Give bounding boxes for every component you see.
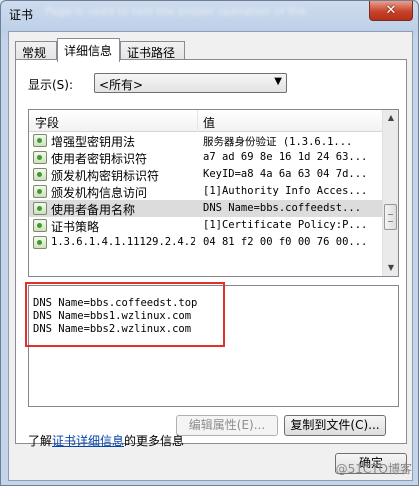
more-info-suffix: 的更多信息: [124, 434, 185, 448]
close-icon: ✕: [385, 3, 397, 18]
certificate-field-icon: [33, 185, 47, 198]
more-info-text: 了解证书详细信息的更多信息: [28, 432, 184, 449]
list-item[interactable]: 颁发机构信息访问 [1]Authority Info Acces...: [29, 183, 384, 200]
column-header-value[interactable]: 值: [203, 114, 215, 131]
scroll-thumb[interactable]: [384, 204, 397, 230]
certificate-field-icon: [33, 168, 47, 181]
list-item[interactable]: 使用者密钥标识符 a7 ad 69 8e 16 1d 24 63...: [29, 149, 384, 166]
window-title: 证书: [9, 8, 34, 22]
certificate-field-icon: [33, 151, 47, 164]
edit-properties-button[interactable]: 编辑属性(E)...: [176, 415, 278, 436]
list-item[interactable]: 证书策略 [1]Certificate Policy:P...: [29, 217, 384, 234]
field-name: 增强型密钥用法: [51, 135, 136, 149]
red-annotation-box: [25, 282, 225, 347]
field-name: 证书策略: [51, 220, 100, 234]
blurred-title-text: Page is used to test the proper operatio…: [45, 5, 307, 18]
field-list[interactable]: 字段 值 增强型密钥用法 服务器身份验证 (1.3.6.1... 使用者密钥标识…: [28, 109, 399, 277]
certificate-window: 证书 Page is used to test the proper opera…: [0, 0, 419, 486]
more-info-prefix: 了解: [28, 434, 53, 448]
certificate-details-link[interactable]: 证书详细信息: [52, 434, 124, 448]
list-item[interactable]: 1.3.6.1.4.1.11129.2.4.2 04 81 f2 00 f0 0…: [29, 234, 384, 251]
tab-details[interactable]: 详细信息: [57, 38, 120, 62]
watermark-text: @51CTO博客: [335, 462, 412, 476]
column-header-field[interactable]: 字段: [35, 114, 59, 131]
show-dropdown[interactable]: <所有> ▼: [94, 73, 287, 93]
field-value: [1]Authority Info Acces...: [203, 185, 368, 197]
field-name: 1.3.6.1.4.1.11129.2.4.2: [51, 236, 195, 248]
tab-general[interactable]: 常规: [15, 41, 57, 61]
certificate-field-icon: [33, 134, 47, 147]
field-list-header: 字段 值: [29, 110, 384, 132]
certificate-field-icon: [33, 219, 47, 232]
field-name: 颁发机构密钥标识符: [51, 169, 160, 183]
list-item[interactable]: 增强型密钥用法 服务器身份验证 (1.3.6.1...: [29, 132, 384, 149]
close-button[interactable]: ✕: [369, 1, 413, 21]
field-name: 使用者备用名称: [51, 203, 136, 217]
show-dropdown-value: <所有>: [99, 78, 144, 92]
vertical-scrollbar[interactable]: ▲ ▼: [382, 110, 398, 276]
field-value: KeyID=a8 4a 6a 63 04 7d...: [203, 168, 368, 180]
copy-to-file-button[interactable]: 复制到文件(C)...: [284, 415, 386, 436]
field-name: 使用者密钥标识符: [51, 152, 148, 166]
list-item-selected[interactable]: 使用者备用名称 DNS Name=bbs.coffeedst...: [29, 200, 384, 217]
scroll-up-icon[interactable]: ▲: [383, 110, 398, 126]
dialog-body: 常规 详细信息 证书路径 显示(S): <所有> ▼ 字段 值 增强型密钥用法: [8, 31, 413, 481]
list-item[interactable]: 颁发机构密钥标识符 KeyID=a8 4a 6a 63 04 7d...: [29, 166, 384, 183]
field-name: 颁发机构信息访问: [51, 186, 148, 200]
show-label: 显示(S):: [28, 78, 74, 92]
details-panel: 显示(S): <所有> ▼ 字段 值 增强型密钥用法 服务器身份验证 (1.3.…: [15, 59, 407, 448]
field-value: a7 ad 69 8e 16 1d 24 63...: [203, 151, 368, 163]
field-value: 04 81 f2 00 f0 00 76 00...: [203, 236, 368, 248]
title-bar[interactable]: 证书 Page is used to test the proper opera…: [1, 1, 418, 29]
chevron-down-icon: ▼: [274, 76, 282, 87]
tab-certification-path[interactable]: 证书路径: [120, 41, 185, 61]
certificate-field-icon: [33, 236, 47, 249]
field-value: [1]Certificate Policy:P...: [203, 219, 368, 231]
certificate-field-icon: [33, 202, 47, 215]
field-value: 服务器身份验证 (1.3.6.1...: [203, 136, 353, 148]
field-list-rows: 增强型密钥用法 服务器身份验证 (1.3.6.1... 使用者密钥标识符 a7 …: [29, 132, 384, 251]
scroll-down-icon[interactable]: ▼: [383, 260, 398, 276]
field-value: DNS Name=bbs.coffeedst...: [203, 202, 362, 214]
column-separator[interactable]: [197, 110, 198, 132]
